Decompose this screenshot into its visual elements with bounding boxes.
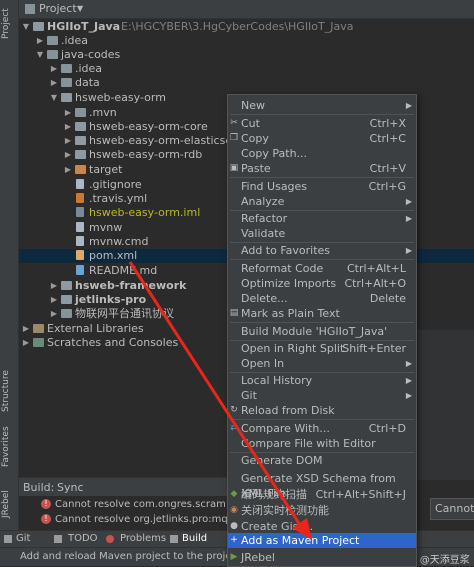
annotation-arrow-head — [292, 518, 312, 540]
annotation-arrow-line — [128, 261, 304, 529]
annotation-arrow — [128, 261, 312, 540]
